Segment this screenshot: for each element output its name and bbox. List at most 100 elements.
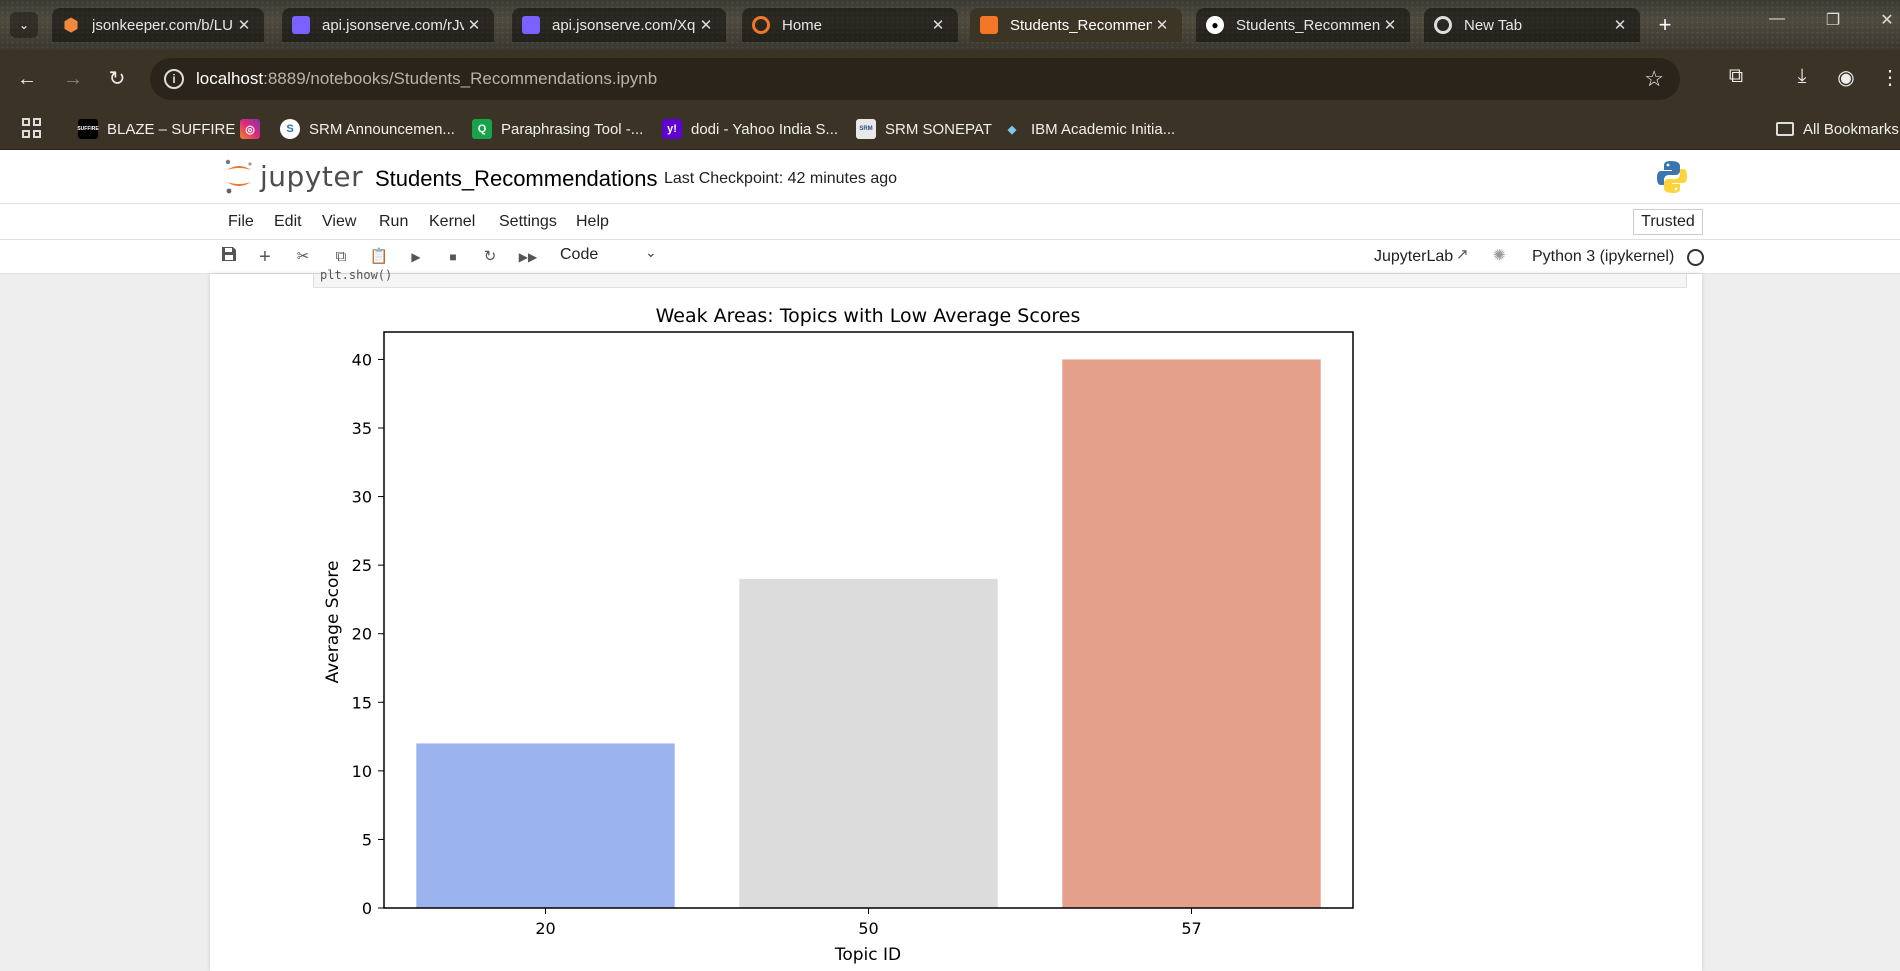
browser-tab[interactable]: New Tab ✕ [1424,8,1640,42]
kernel-status-icon [1687,249,1704,266]
bookmark-item[interactable]: ◎ [240,118,269,140]
menu-settings[interactable]: Settings [499,213,557,231]
insert-cell-icon[interactable]: + [254,246,276,268]
tab-search-button[interactable]: ⌄ [10,12,38,38]
external-link-icon[interactable]: ↗ [1456,245,1469,263]
menu-edit[interactable]: Edit [274,213,302,231]
tab-title: New Tab [1464,16,1523,34]
download-icon[interactable]: ⤓ [1788,65,1816,88]
close-tab-icon[interactable]: ✕ [1610,16,1630,34]
apps-grid-icon[interactable] [22,118,42,138]
site-info-icon[interactable]: i [164,69,184,89]
bookmark-item[interactable]: S SRM Announcemen... [280,118,455,140]
bookmark-star-icon[interactable]: ☆ [1644,66,1664,92]
jupyter-icon [752,16,770,34]
menu-kernel[interactable]: Kernel [429,213,475,231]
close-window-icon[interactable]: ✕ [1872,10,1900,30]
cell-type-select[interactable]: Code [560,246,598,264]
bookmark-label: IBM Academic Initia... [1031,120,1176,138]
bookmark-item[interactable]: ◆ IBM Academic Initia... [1002,118,1175,140]
bookmark-item[interactable]: SUFFIRE BLAZE – SUFFIRE [77,118,236,140]
paste-icon[interactable]: 📋 [368,246,390,268]
url-path: :8889/notebooks/Students_Recommendations… [263,69,658,88]
run-icon[interactable]: ▶ [405,246,427,268]
restart-icon[interactable]: ↻ [479,246,501,268]
folder-icon [1776,122,1794,136]
browser-tab[interactable]: ⬢ jsonkeeper.com/b/LU ✕ [52,8,264,42]
url-field[interactable]: i localhost:8889/notebooks/Students_Reco… [150,58,1680,100]
tab-title: api.jsonserve.com/Xq [552,16,696,34]
bookmark-label: BLAZE – SUFFIRE [107,120,236,138]
cut-icon[interactable]: ✂ [292,246,314,268]
close-tab-icon[interactable]: ✕ [1380,16,1400,34]
trusted-indicator[interactable]: Trusted [1633,209,1703,235]
debugger-icon[interactable]: ✺ [1493,246,1506,264]
bookmark-label: SRM SONEPAT [885,120,992,138]
menu-view[interactable]: View [322,213,356,231]
restore-icon[interactable]: ❐ [1818,10,1848,30]
new-tab-button[interactable]: + [1652,12,1678,38]
browser-tab[interactable]: api.jsonserve.com/rJv ✕ [282,8,494,42]
close-tab-icon[interactable]: ✕ [1152,16,1172,34]
bookmark-item[interactable]: SRM SRM SONEPAT [856,118,992,140]
jupyter-logo-icon [225,159,252,194]
srm-icon: S [280,119,300,139]
url-text[interactable]: localhost:8889/notebooks/Students_Recomm… [196,69,657,89]
notebook-icon [980,16,998,34]
jupyter-header: jupyter Students_Recommendations Last Ch… [0,150,1900,204]
browser-tab[interactable]: ● Students_Recommen ✕ [1196,8,1410,42]
bookmark-label: dodi - Yahoo India S... [691,120,839,138]
tab-title: api.jsonserve.com/rJv [322,16,464,34]
forward-arrow-icon[interactable]: → [60,66,86,92]
profile-avatar-icon[interactable]: ◉ [1832,65,1860,90]
browser-tab-active[interactable]: Students_Recommen ✕ [970,8,1182,42]
tab-title: Students_Recommen [1010,16,1152,34]
jupyter-menu-bar: File Edit View Run Kernel Settings Help … [0,204,1900,240]
bookmarks-bar: SUFFIRE BLAZE – SUFFIRE ◎ S SRM Announce… [0,108,1900,150]
copy-icon[interactable]: ⧉ [330,246,352,268]
last-checkpoint: Last Checkpoint: 42 minutes ago [664,170,898,187]
browser-tab-bar: ⌄ ⬢ jsonkeeper.com/b/LU ✕ api.jsonserve.… [0,0,1900,50]
notebook-toolbar: + ✂ ⧉ 📋 ▶ ■ ↻ ▶▶ Code ⌄ JupyterLab ↗ ✺ P… [0,240,1900,274]
tab-title: Home [782,16,823,34]
close-tab-icon[interactable]: ✕ [464,16,484,34]
close-tab-icon[interactable]: ✕ [696,16,716,34]
bookmark-item[interactable]: y! dodi - Yahoo India S... [662,118,838,140]
instagram-icon: ◎ [240,119,260,139]
back-arrow-icon[interactable]: ← [14,66,40,92]
save-icon[interactable] [218,246,240,268]
bookmark-label: SRM Announcemen... [309,120,455,138]
notebook-title[interactable]: Students_Recommendations [375,166,658,192]
reload-icon[interactable]: ↻ [104,66,130,92]
extensions-icon[interactable]: ⧉ [1722,65,1750,88]
browser-tab[interactable]: api.jsonserve.com/Xq ✕ [512,8,726,42]
quillbot-icon: Q [472,119,492,139]
browser-tab[interactable]: Home ✕ [742,8,958,42]
stop-icon[interactable]: ■ [442,246,464,268]
jsonserve-icon [292,16,310,34]
python-logo-icon [1656,160,1688,199]
close-tab-icon[interactable]: ✕ [928,16,948,34]
jsonserve-icon [522,16,540,34]
kernel-name[interactable]: Python 3 (ipykernel) [1532,248,1674,266]
jupyter-logo[interactable]: jupyter [224,158,363,194]
bookmark-label: Paraphrasing Tool -... [501,120,644,138]
close-tab-icon[interactable]: ✕ [234,16,254,34]
hexagon-icon: ⬢ [63,14,79,35]
suffire-icon: SUFFIRE [77,119,99,139]
menu-run[interactable]: Run [379,213,408,231]
chrome-icon [1434,16,1452,34]
all-bookmarks-button[interactable]: All Bookmarks [1776,118,1899,140]
github-icon: ● [1206,16,1224,34]
previous-cell-code: plt.show() [320,268,393,282]
open-jupyterlab-link[interactable]: JupyterLab [1374,248,1453,266]
run-all-icon[interactable]: ▶▶ [517,246,539,268]
minimize-icon[interactable]: — [1762,10,1792,28]
more-menu-icon[interactable]: ⋮ [1876,65,1900,90]
previous-code-cell[interactable]: plt.show() [313,268,1687,288]
bookmark-item[interactable]: Q Paraphrasing Tool -... [472,118,643,140]
chevron-down-icon[interactable]: ⌄ [645,244,657,261]
menu-file[interactable]: File [228,213,254,231]
yahoo-icon: y! [662,119,682,139]
menu-help[interactable]: Help [576,213,609,231]
